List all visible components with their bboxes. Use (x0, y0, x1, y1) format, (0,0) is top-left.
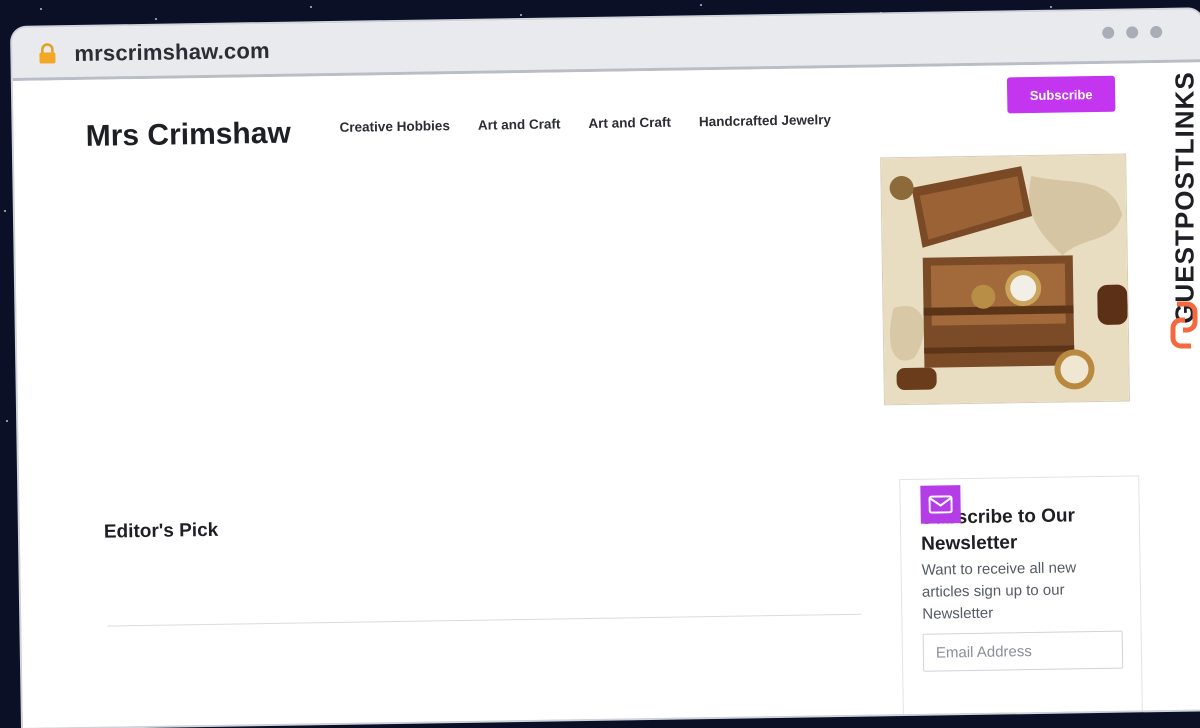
section-divider (107, 614, 861, 627)
window-dot-3[interactable] (1150, 26, 1162, 38)
mail-icon (920, 485, 961, 524)
nav-item-art-and-craft[interactable]: Art and Craft (478, 116, 561, 132)
link-icon (1167, 300, 1200, 350)
site-title[interactable]: Mrs Crimshaw (85, 117, 291, 154)
editors-pick-heading: Editor's Pick (104, 520, 219, 544)
guestpostlinks-watermark: GUESTPOSTLINKS (1163, 52, 1200, 362)
web-page: Mrs Crimshaw Creative Hobbies Art and Cr… (13, 62, 1200, 728)
browser-window: mrscrimshaw.com Mrs Crimshaw Creative Ho… (12, 9, 1200, 728)
newsletter-description: Want to receive all new articles sign up… (921, 557, 1122, 626)
address-bar-url[interactable]: mrscrimshaw.com (74, 38, 270, 67)
watermark-text: GUESTPOSTLINKS (1170, 58, 1200, 338)
email-input[interactable] (923, 631, 1124, 672)
window-dot-1[interactable] (1102, 27, 1114, 39)
main-nav: Creative Hobbies Art and Craft Art and C… (339, 112, 831, 135)
subscribe-button[interactable]: Subscribe (1007, 76, 1116, 114)
nav-item-art-and-craft-2[interactable]: Art and Craft (588, 115, 671, 131)
window-dot-2[interactable] (1126, 26, 1138, 38)
window-controls (1102, 26, 1162, 39)
nav-item-handcrafted-jewelry[interactable]: Handcrafted Jewelry (699, 112, 831, 129)
treasure-chest-illustration (881, 155, 1129, 405)
lock-icon (36, 42, 58, 64)
newsletter-widget: Subscribe to Our Newsletter Want to rece… (899, 475, 1143, 721)
hero-image-treasure-chest[interactable] (880, 154, 1130, 406)
nav-item-creative-hobbies[interactable]: Creative Hobbies (339, 118, 450, 135)
